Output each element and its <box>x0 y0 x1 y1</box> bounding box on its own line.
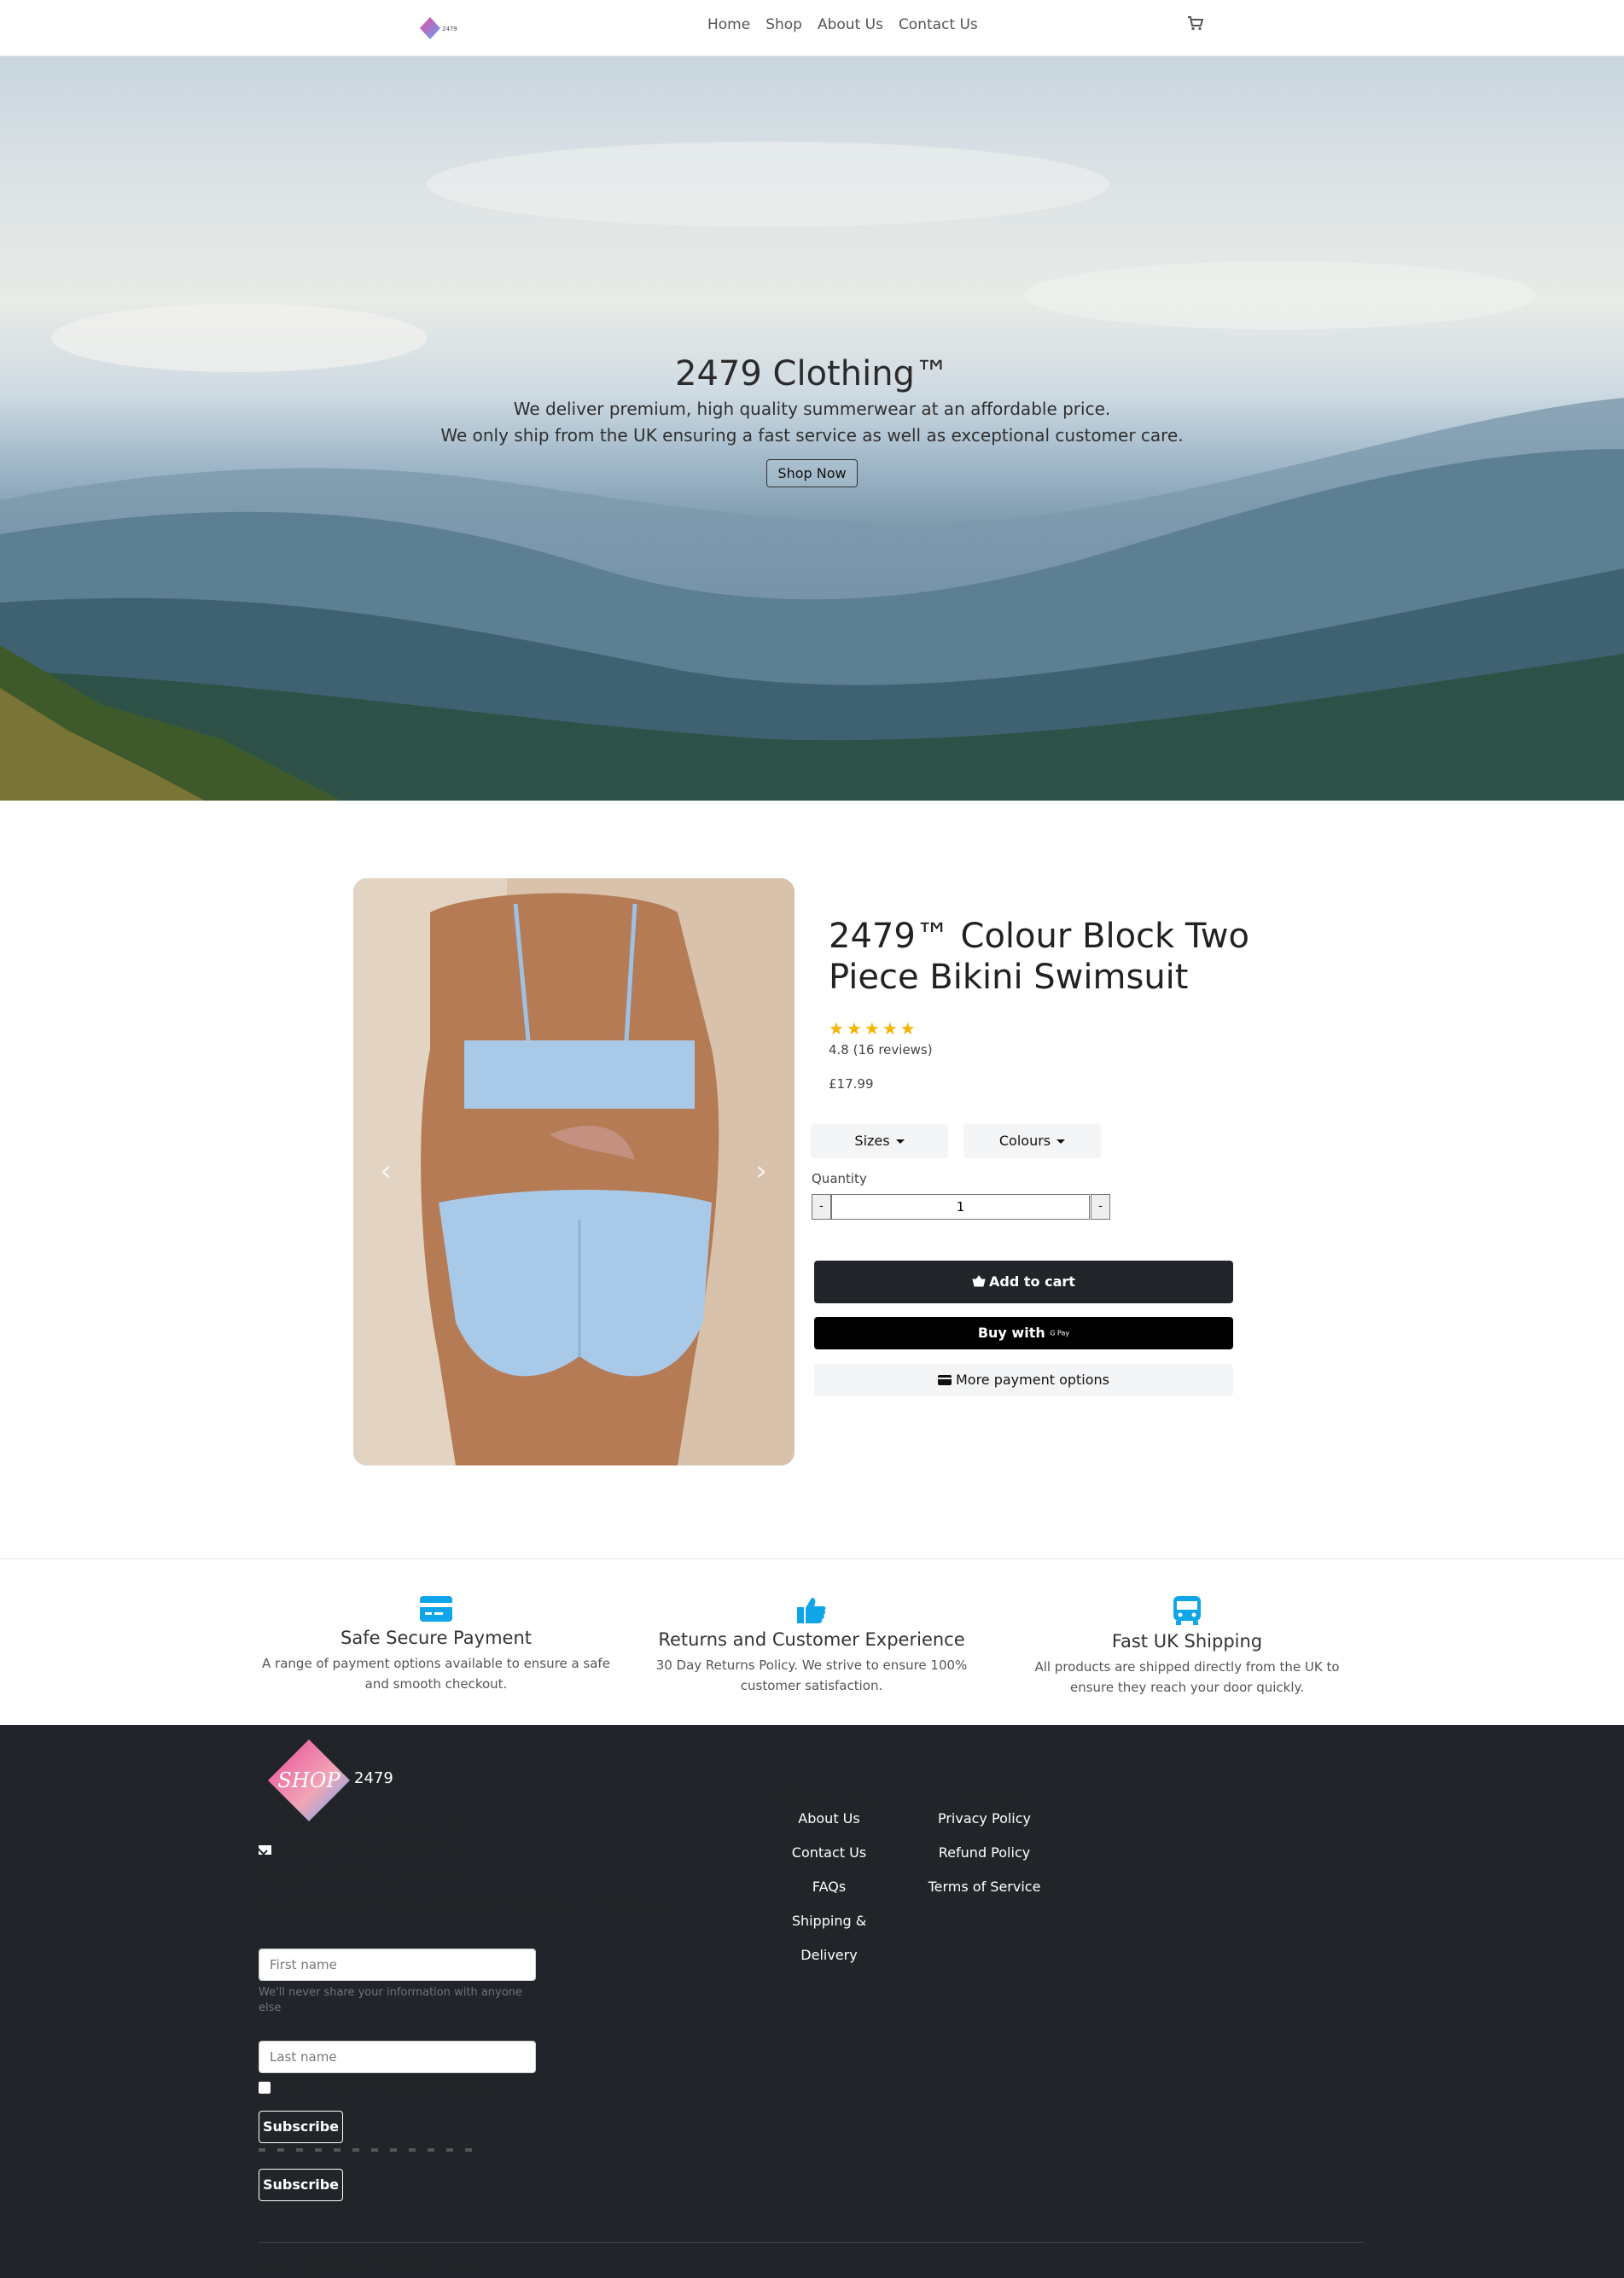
footer-link-terms-of-service[interactable]: Terms of Service <box>923 1870 1046 1904</box>
feature-text: All products are shipped directly from t… <box>1034 1659 1340 1695</box>
gpay-logo: G Pay <box>1050 1329 1070 1337</box>
star-icon: ★ <box>899 1018 916 1039</box>
quantity-input[interactable] <box>831 1194 1090 1220</box>
footer-email[interactable]: 2479clothing@gmail.com <box>259 1841 451 1857</box>
buy-with-gpay-button[interactable]: Buy with G Pay <box>814 1317 1233 1349</box>
quantity-increase-button[interactable]: - <box>1091 1194 1110 1220</box>
last-name-input[interactable]: Last name <box>259 2041 536 2073</box>
feature-title: Returns and Customer Experience <box>658 1629 965 1650</box>
quantity-decrease-button[interactable]: - <box>812 1194 831 1220</box>
footer-link-about-us[interactable]: About Us <box>762 1809 896 1828</box>
product-image-carousel[interactable] <box>353 878 795 1465</box>
feature-shipping: Fast UK Shipping All products are shippe… <box>1012 1596 1362 1698</box>
star-icon: ★ <box>864 1018 880 1039</box>
nav-home[interactable]: Home <box>700 15 758 34</box>
nav-contact-us[interactable]: Contact Us <box>891 15 986 34</box>
feature-title: Fast UK Shipping <box>1111 1631 1263 1652</box>
hero-line-2: We only ship from the UK ensuring a fast… <box>440 425 1184 446</box>
more-payment-label: More payment options <box>955 1372 1110 1388</box>
footer-link-faqs[interactable]: FAQs <box>762 1870 896 1904</box>
quantity-label: Quantity <box>812 1171 867 1186</box>
overlap-artifact <box>259 2148 480 2152</box>
star-icon: ★ <box>882 1018 898 1039</box>
quick-links-column: Quick Links About Us Contact Us FAQs Shi… <box>762 1786 896 1972</box>
hero-title: 2479 Clothing™ <box>675 354 949 393</box>
newsletter-checkbox-row[interactable]: Email me with news and offers <box>259 2079 485 2095</box>
caret-down-icon <box>895 1139 905 1144</box>
shop-now-button[interactable]: Shop Now <box>766 459 858 487</box>
envelope-icon <box>259 1845 271 1855</box>
policies-title: Policies <box>952 1786 1016 1807</box>
product-price: £17.99 <box>829 1076 874 1092</box>
site-logo[interactable]: 2479 <box>416 15 457 41</box>
subscribe-button[interactable]: Subscribe <box>259 2111 343 2143</box>
nav-links: Home Shop About Us Contact Us <box>700 15 986 34</box>
subscribe-button-secondary[interactable]: Subscribe <box>259 2169 343 2201</box>
colours-dropdown[interactable]: Colours <box>963 1124 1101 1158</box>
sizes-label: Sizes <box>854 1133 890 1149</box>
hero-banner: 2479 Clothing™ We deliver premium, high … <box>0 56 1624 801</box>
product-title: 2479™ Colour Block Two Piece Bikini Swim… <box>829 917 1249 997</box>
product-photo <box>353 878 795 1465</box>
hero-content: 2479 Clothing™ We deliver premium, high … <box>0 352 1624 487</box>
carousel-next-button[interactable]: › <box>751 1156 771 1186</box>
footer-link-privacy-policy[interactable]: Privacy Policy <box>923 1809 1046 1828</box>
first-name-input[interactable]: First name <box>259 1949 536 1981</box>
footer-divider <box>259 2242 1365 2243</box>
cart-icon[interactable] <box>1186 14 1205 32</box>
footer-logo-text: 2479 <box>354 1769 393 1787</box>
credit-card-icon <box>937 1375 952 1385</box>
feature-text: A range of payment options available to … <box>262 1656 610 1692</box>
privacy-hint: We'll never share your information with … <box>259 1986 522 2014</box>
rating-stars: ★ ★ ★ ★ ★ <box>829 1020 916 1037</box>
add-to-cart-label: Add to cart <box>989 1273 1075 1290</box>
colours-label: Colours <box>998 1133 1051 1149</box>
top-navbar: 2479 Home Shop About Us Contact Us <box>0 0 1624 56</box>
hero-line-1: We deliver premium, high quality summerw… <box>513 399 1111 419</box>
credit-card-icon <box>420 1596 452 1622</box>
caret-down-icon <box>1056 1139 1066 1144</box>
svg-text:2479: 2479 <box>442 26 457 32</box>
newsletter-subtitle: Subscribe for discounts, special offers … <box>259 1895 662 1911</box>
nav-about-us[interactable]: About Us <box>810 15 891 34</box>
quick-links-title: Quick Links <box>780 1786 878 1807</box>
newsletter-title: Subscribe to our newsletter! <box>259 1864 502 1885</box>
nav-shop[interactable]: Shop <box>758 15 810 34</box>
star-icon: ★ <box>846 1018 862 1039</box>
feature-returns: Returns and Customer Experience 30 Day R… <box>637 1596 987 1696</box>
footer-link-refund-policy[interactable]: Refund Policy <box>923 1836 1046 1870</box>
newsletter-checkbox[interactable] <box>259 2082 271 2094</box>
feature-text: 30 Day Returns Policy. We strive to ensu… <box>655 1658 968 1693</box>
feature-secure-payment: Safe Secure Payment A range of payment o… <box>261 1596 611 1694</box>
policies-column: Policies Privacy Policy Refund Policy Te… <box>923 1786 1046 1904</box>
footer-logo-word: SHOP <box>277 1768 341 1792</box>
newsletter-checkbox-label: Email me with news and offers <box>275 2079 486 2095</box>
bus-icon <box>1173 1596 1201 1625</box>
copyright-text: Copyright © 2022 2479clothing <box>259 2258 477 2274</box>
basket-icon <box>972 1275 986 1287</box>
footer-email-text: 2479clothing@gmail.com <box>276 1841 451 1857</box>
feature-title: Safe Secure Payment <box>341 1628 532 1648</box>
footer-link-shipping[interactable]: Shipping & Delivery <box>762 1904 896 1972</box>
thumbs-up-icon <box>797 1598 826 1623</box>
footer-logo[interactable]: SHOP <box>266 1738 352 1823</box>
footer-tagline: The #1 shop for new products <box>259 1818 466 1834</box>
footer-link-contact-us[interactable]: Contact Us <box>762 1836 896 1870</box>
sizes-dropdown[interactable]: Sizes <box>811 1124 948 1158</box>
star-icon: ★ <box>829 1018 844 1039</box>
add-to-cart-button[interactable]: Add to cart <box>814 1261 1233 1303</box>
more-payment-options-button[interactable]: More payment options <box>814 1364 1233 1396</box>
rating-text: 4.8 (16 reviews) <box>829 1042 933 1057</box>
buy-with-label: Buy with <box>977 1325 1045 1341</box>
carousel-prev-button[interactable]: ‹ <box>375 1156 396 1186</box>
